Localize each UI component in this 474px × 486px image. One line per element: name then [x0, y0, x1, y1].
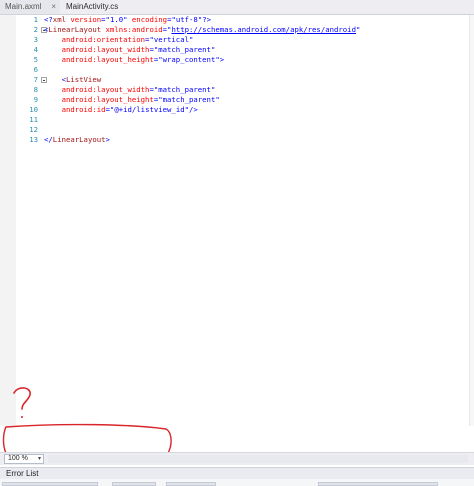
code-token: "vertical": [149, 35, 194, 44]
code-token: android:layout_height: [44, 95, 154, 104]
line-number: 4: [33, 45, 38, 54]
code-line[interactable]: 6: [0, 65, 469, 75]
code-text: android:id="@+id/listview_id"/>: [44, 105, 198, 115]
search-error-list-input[interactable]: [318, 482, 438, 486]
code-token: "1.0": [105, 15, 128, 24]
code-token: />: [189, 105, 198, 114]
line-number: 11: [29, 115, 38, 124]
line-number: 7: [33, 75, 38, 84]
line-number: 3: [33, 35, 38, 44]
code-lines: 1 <?xml version="1.0" encoding="utf-8"?> 2…: [0, 15, 469, 145]
code-token: android:layout_width: [44, 85, 150, 94]
code-line[interactable]: 4 android:layout_width="match_parent": [0, 45, 469, 55]
tab-main-axml[interactable]: Main.axml ×: [0, 0, 60, 14]
code-token: xmlns:android: [101, 25, 163, 34]
code-token: <?: [44, 15, 53, 24]
code-token: "match_parent": [153, 45, 216, 54]
code-token: android:layout_height: [44, 55, 154, 64]
code-token: version: [65, 15, 102, 24]
code-token: android:id: [44, 105, 106, 114]
code-text: android:layout_width="match_parent": [44, 85, 216, 95]
code-token: >: [105, 135, 110, 144]
tab-label: MainActivity.cs: [66, 2, 119, 11]
code-token: <: [44, 75, 66, 84]
code-line[interactable]: 1 <?xml version="1.0" encoding="utf-8"?>: [0, 15, 469, 25]
line-number: 9: [33, 95, 38, 104]
code-text: <ListView: [44, 75, 102, 85]
code-token: LinearLayout: [52, 135, 106, 144]
line-number: 1: [33, 15, 38, 24]
editor-status-bar: 100 % ▾: [0, 452, 474, 465]
code-text: <?xml version="1.0" encoding="utf-8"?>: [44, 15, 211, 25]
error-filter-button[interactable]: [2, 482, 98, 486]
horizontal-scrollbar[interactable]: [48, 455, 468, 463]
code-token: LinearLayout: [48, 25, 102, 34]
code-token: ?>: [202, 15, 212, 24]
code-text: <LinearLayout xmlns:android="http://sche…: [44, 25, 360, 35]
line-number: 10: [29, 105, 38, 114]
document-tab-bar: Main.axml × MainActivity.cs: [0, 0, 474, 15]
code-line[interactable]: 11: [0, 115, 469, 125]
code-token: "wrap_content": [158, 55, 220, 64]
code-token: "utf-8": [171, 15, 203, 24]
line-number: 13: [29, 135, 38, 144]
close-icon[interactable]: ×: [51, 0, 56, 14]
messages-filter-button[interactable]: [166, 482, 216, 486]
code-text: android:layout_width="match_parent": [44, 45, 216, 55]
code-line[interactable]: 5 android:layout_height="wrap_content">: [0, 55, 469, 65]
code-text: android:orientation="vertical": [44, 35, 194, 45]
code-token: android:layout_width: [44, 45, 150, 54]
code-token: ListView: [65, 75, 102, 84]
line-number: 12: [29, 125, 38, 134]
vertical-scrollbar[interactable]: [469, 15, 474, 426]
code-line[interactable]: 12: [0, 125, 469, 135]
code-line[interactable]: 9 android:layout_height="match_parent": [0, 95, 469, 105]
line-number: 8: [33, 85, 38, 94]
line-number: 2: [33, 25, 38, 34]
error-list-panel-header: Error List: [0, 467, 474, 479]
code-line[interactable]: 8 android:layout_width="match_parent": [0, 85, 469, 95]
tab-label: Main.axml: [5, 2, 42, 11]
zoom-value: 100 %: [8, 455, 28, 462]
code-text: </LinearLayout>: [44, 135, 110, 145]
code-token: "match_parent": [153, 85, 216, 94]
code-token: encoding: [127, 15, 168, 24]
chevron-down-icon[interactable]: ▾: [38, 455, 41, 463]
zoom-dropdown[interactable]: 100 % ▾: [4, 454, 44, 464]
code-token: xml: [52, 15, 66, 24]
code-text: android:layout_height="wrap_content">: [44, 55, 225, 65]
line-number: 6: [33, 65, 38, 74]
code-text: android:layout_height="match_parent": [44, 95, 220, 105]
code-token: "match_parent": [158, 95, 220, 104]
code-token: ": [355, 25, 361, 34]
warnings-filter-button[interactable]: [112, 482, 156, 486]
code-line[interactable]: 13 </LinearLayout>: [0, 135, 469, 145]
code-token: >: [219, 55, 225, 64]
code-line[interactable]: 10 android:id="@+id/listview_id"/>: [0, 105, 469, 115]
code-token: http://schemas.android.com/apk/res/andro…: [171, 25, 356, 34]
code-token: "@+id/listview_id": [109, 105, 189, 114]
code-line[interactable]: 2 <LinearLayout xmlns:android="http://sch…: [0, 25, 469, 35]
code-token: </: [44, 135, 53, 144]
code-token: android:orientation: [44, 35, 146, 44]
code-line[interactable]: 3 android:orientation="vertical": [0, 35, 469, 45]
tab-mainactivity-cs[interactable]: MainActivity.cs: [61, 0, 131, 14]
code-editor[interactable]: 1 <?xml version="1.0" encoding="utf-8"?> 2…: [0, 15, 474, 426]
code-line[interactable]: 7 <ListView: [0, 75, 469, 85]
line-number: 5: [33, 55, 38, 64]
panel-title: Error List: [6, 469, 39, 478]
